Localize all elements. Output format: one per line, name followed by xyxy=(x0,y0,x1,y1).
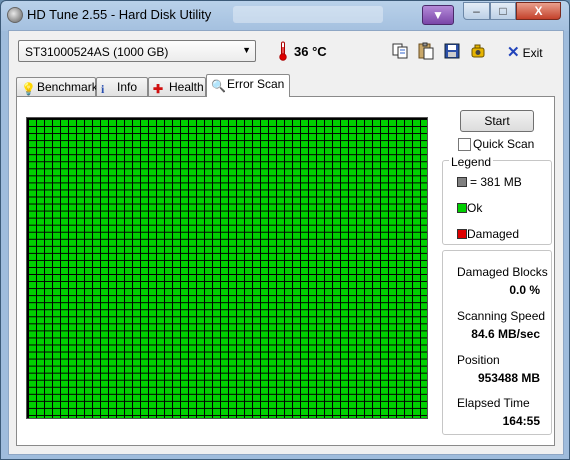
start-button[interactable]: Start xyxy=(460,110,534,132)
close-button[interactable]: X xyxy=(516,2,561,20)
exit-label: Exit xyxy=(522,46,543,60)
legend-block-size: = 381 MB xyxy=(470,175,522,189)
drive-dropdown[interactable]: ST31000524AS (1000 GB) ▼ xyxy=(18,40,256,62)
scan-block-map xyxy=(26,117,428,419)
elapsed-time-label: Elapsed Time xyxy=(457,396,530,410)
quick-scan-label: Quick Scan xyxy=(473,137,535,151)
drive-label: ST31000524AS (1000 GB) xyxy=(25,45,169,59)
tab-info[interactable]: i Info xyxy=(96,77,148,96)
elapsed-time-value: 164:55 xyxy=(502,414,540,428)
thermometer-icon xyxy=(279,41,287,61)
magnifier-icon: 🔍 xyxy=(211,79,226,93)
error-scan-panel: Start Quick Scan Legend = 381 MB Ok Dama… xyxy=(16,96,555,446)
title-bar-blank-area xyxy=(233,6,383,23)
legend-damaged-label: Damaged xyxy=(467,227,520,241)
minimize-button[interactable]: – xyxy=(463,2,490,20)
legend-block-swatch xyxy=(457,177,467,187)
tab-label: Error Scan xyxy=(227,77,285,91)
damaged-blocks-label: Damaged Blocks xyxy=(457,265,548,279)
copy-icon[interactable] xyxy=(390,41,410,61)
maximize-button[interactable]: □ xyxy=(490,2,516,20)
paste-icon[interactable] xyxy=(416,41,436,61)
chevron-down-icon: ▼ xyxy=(242,45,251,55)
exit-button[interactable]: ✕ Exit xyxy=(507,43,543,61)
tab-error-scan[interactable]: 🔍 Error Scan xyxy=(206,74,290,97)
quick-scan-checkbox[interactable] xyxy=(458,138,471,151)
legend-ok-label: Ok xyxy=(467,201,483,215)
scanning-speed-value: 84.6 MB/sec xyxy=(471,327,540,341)
legend-title: Legend xyxy=(449,155,494,169)
client-area: ST31000524AS (1000 GB) ▼ 36 °C ✕ Exit 💡 … xyxy=(8,30,564,455)
legend-damaged-swatch xyxy=(457,229,467,239)
title-bar[interactable]: HD Tune 2.55 - Hard Disk Utility ▼ – □ X xyxy=(1,1,569,29)
legend-ok-swatch xyxy=(457,203,467,213)
exit-x-icon: ✕ xyxy=(507,44,520,61)
tab-label: Info xyxy=(117,80,138,94)
screenshot-camera-icon[interactable] xyxy=(468,41,488,61)
main-window: HD Tune 2.55 - Hard Disk Utility ▼ – □ X… xyxy=(0,0,570,460)
position-value: 953488 MB xyxy=(477,371,540,385)
scan-block-grid xyxy=(28,119,427,418)
save-icon[interactable] xyxy=(442,41,462,61)
tab-label: Benchmark xyxy=(37,80,98,94)
app-disk-icon xyxy=(7,7,23,23)
window-title: HD Tune 2.55 - Hard Disk Utility xyxy=(27,7,212,22)
tab-benchmark[interactable]: 💡 Benchmark xyxy=(16,77,98,96)
scanning-speed-label: Scanning Speed xyxy=(457,309,546,323)
tab-health[interactable]: ✚ Health xyxy=(148,77,206,96)
tab-label: Health xyxy=(169,80,204,94)
damaged-blocks-value: 0.0 % xyxy=(509,283,540,297)
purple-arrow-button[interactable]: ▼ xyxy=(422,5,454,25)
temperature-readout: 36 °C xyxy=(294,44,327,59)
position-label: Position xyxy=(457,353,500,367)
